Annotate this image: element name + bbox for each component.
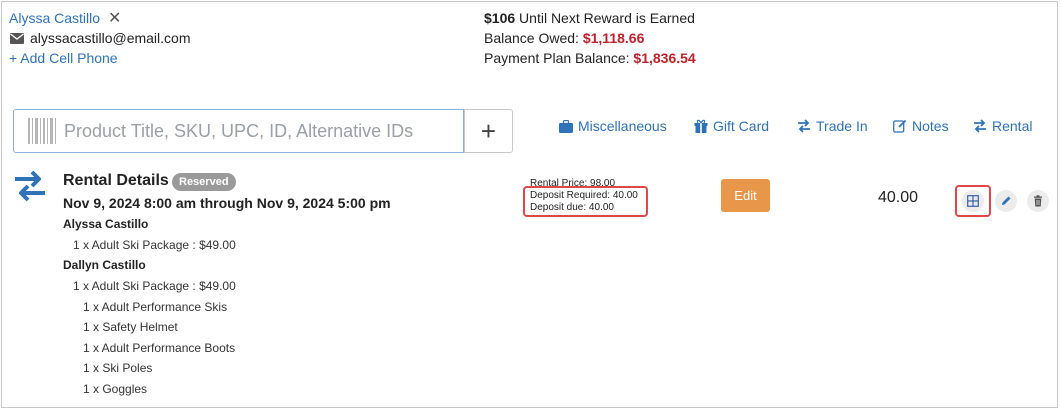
trade-in-link[interactable]: Trade In [797,118,868,134]
customer-email-text: alyssacastillo@email.com [30,30,191,46]
edit-rental-button[interactable]: Edit [721,179,770,212]
miscellaneous-link[interactable]: Miscellaneous [559,118,667,134]
balance-owed: Balance Owed: $1,118.66 [484,30,644,46]
deposit-grid-button[interactable] [962,190,984,212]
barcode-icon[interactable] [28,118,56,144]
gift-card-label: Gift Card [713,118,770,134]
trade-in-label: Trade In [816,118,868,134]
product-search-input[interactable] [62,119,446,143]
notes-link[interactable]: Notes [893,118,949,134]
envelope-icon [10,32,24,44]
add-cell-phone-link[interactable]: + Add Cell Phone [9,50,118,66]
rental-sub-item: 1 x Goggles [83,382,148,396]
reward-amount: $106 [484,10,516,26]
rental-label: Rental [992,118,1033,134]
pencil-icon [1002,196,1011,205]
deposit-highlight [523,186,648,217]
rental-sub-item: 1 x Adult Performance Skis [83,300,228,314]
balance-owed-value: $1,118.66 [582,30,645,46]
reward-status: $106 Until Next Reward is Earned [484,10,695,26]
product-search [13,109,464,153]
status-badge: Reserved [172,173,236,191]
miscellaneous-label: Miscellaneous [578,118,667,134]
line-amount: 40.00 [878,189,919,206]
rental-item: 1 x Adult Ski Package : $49.00 [73,279,236,293]
rental-sub-item: 1 x Adult Performance Boots [83,341,236,355]
rental-details-title: Rental Details [63,172,169,189]
gift-icon [694,119,708,133]
rental-link[interactable]: Rental [973,118,1032,134]
deposit-grid-button-highlight [955,185,991,217]
trash-icon [1034,195,1042,207]
customer-name-link[interactable]: Alyssa Castillo [9,10,100,26]
pos-cart-panel: Alyssa Castillo ✕ alyssacastillo@email.c… [1,1,1058,408]
customer-email: alyssacastillo@email.com [10,30,190,46]
reward-text: Until Next Reward is Earned [519,10,695,26]
payment-plan-label: Payment Plan Balance: [484,50,630,66]
grid-icon [967,195,979,207]
exchange-icon [798,119,810,133]
edit-note-icon [893,119,907,133]
exchange-icon [974,119,986,133]
delete-line-button[interactable] [1027,190,1049,212]
edit-line-button[interactable] [995,190,1017,212]
notes-label: Notes [912,118,949,134]
add-product-button[interactable]: + [464,109,513,153]
rental-item: 1 x Adult Ski Package : $49.00 [73,238,236,252]
renter-name: Dallyn Castillo [63,258,146,272]
rental-sub-item: 1 x Ski Poles [83,361,153,375]
rental-exchange-icon [15,170,45,202]
briefcase-icon [559,119,573,133]
remove-customer-icon[interactable]: ✕ [108,8,121,28]
payment-plan-value: $1,836.54 [633,50,696,66]
renter-name: Alyssa Castillo [63,217,149,231]
balance-owed-label: Balance Owed: [484,30,579,46]
payment-plan-balance: Payment Plan Balance: $1,836.54 [484,50,696,66]
rental-dates: Nov 9, 2024 8:00 am through Nov 9, 2024 … [63,195,391,211]
rental-sub-item: 1 x Safety Helmet [83,320,178,334]
gift-card-link[interactable]: Gift Card [694,118,769,134]
